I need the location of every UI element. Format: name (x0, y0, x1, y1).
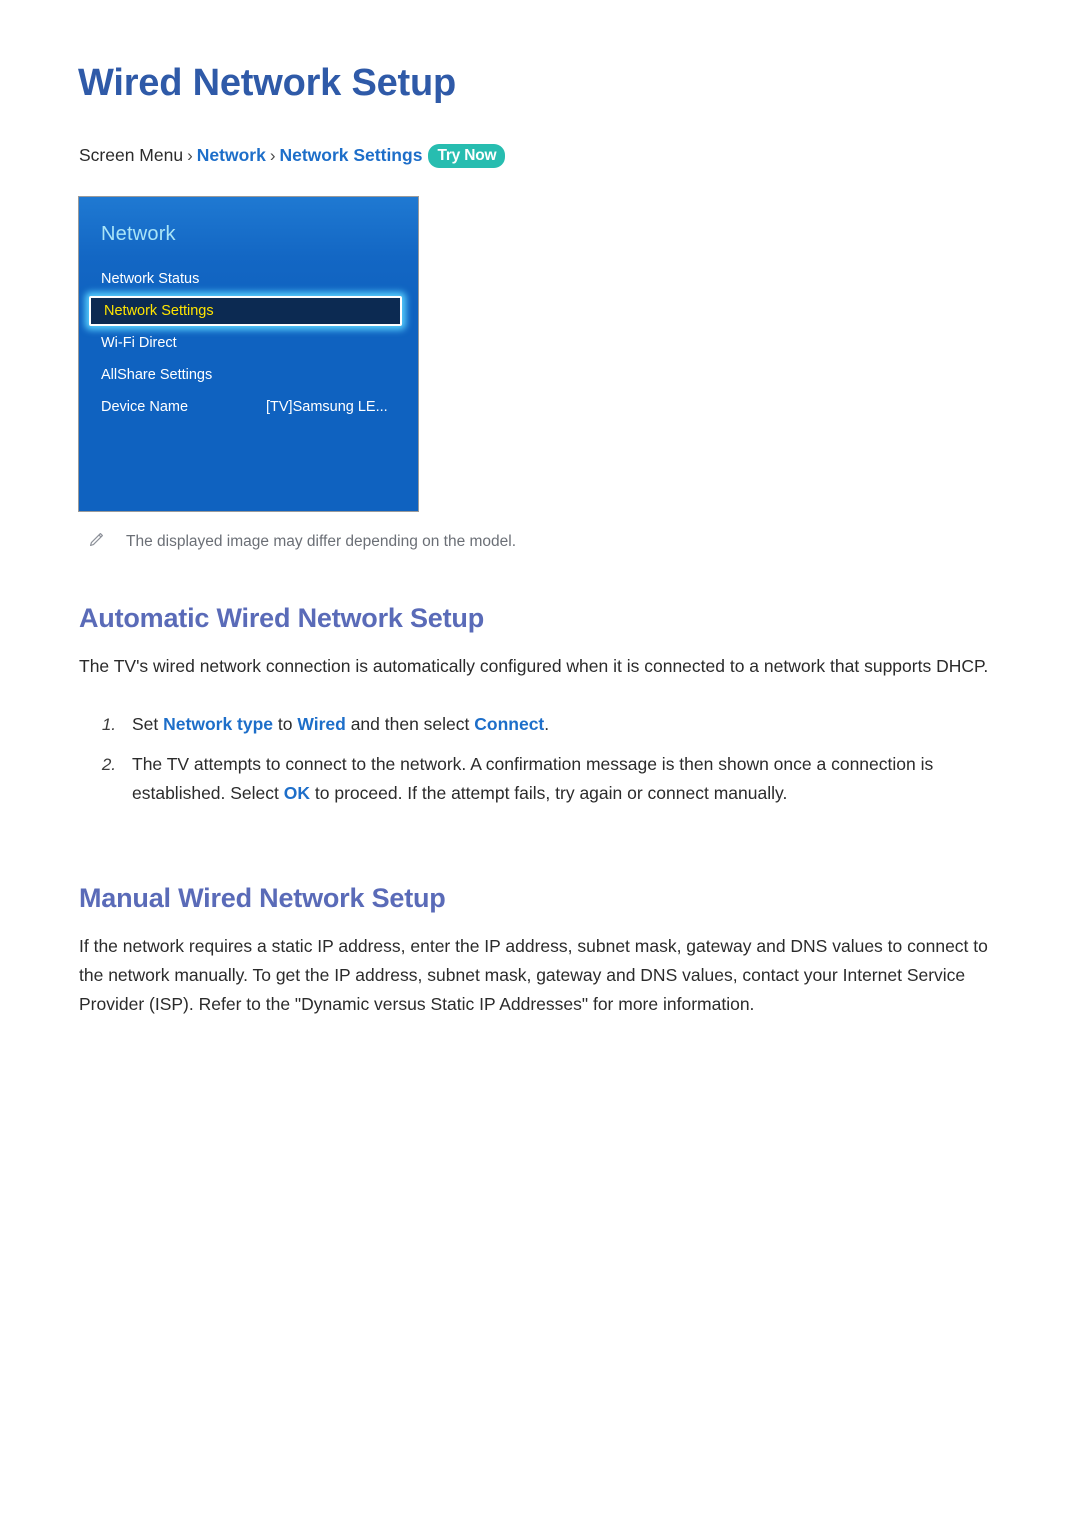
breadcrumb-level-2[interactable]: Network Settings (279, 145, 422, 165)
tv-menu-item-value: [TV]Samsung LE... (266, 399, 388, 415)
tv-menu-item-wifi-direct[interactable]: Wi-Fi Direct (79, 327, 418, 359)
step-text-seg-2: to (273, 714, 298, 734)
tv-menu-item-label: Device Name (101, 399, 189, 415)
page-title: Wired Network Setup (78, 62, 457, 104)
tv-menu-item-network-status[interactable]: Network Status (79, 263, 418, 295)
tv-menu-item-label: Network Settings (104, 303, 214, 319)
tv-menu-item-label: AllShare Settings (101, 367, 213, 383)
section-heading-automatic: Automatic Wired Network Setup (79, 603, 485, 633)
tv-menu-item-allshare-settings[interactable]: AllShare Settings (79, 359, 418, 391)
step-keyword-wired: Wired (297, 714, 346, 734)
breadcrumb-separator-1: › (187, 146, 193, 165)
section-paragraph-manual: If the network requires a static IP addr… (79, 936, 988, 1014)
ordered-steps-list: 1. Set Network type to Wired and then sel… (86, 710, 1006, 819)
step-keyword-network-type: Network type (163, 714, 274, 734)
breadcrumb: Screen Menu › Network › Network Settings Try … (79, 143, 506, 168)
step-text-seg-2: to proceed. If the attempt fails, try ag… (310, 783, 788, 803)
breadcrumb-separator-2: › (269, 146, 276, 165)
tv-menu-item-device-name[interactable]: Device Name [TV]Samsung LE... (79, 391, 418, 423)
tv-menu-item-network-settings[interactable]: Network Settings (79, 295, 418, 327)
tv-menu-list: Network Status Network Settings Wi-Fi Di… (79, 263, 418, 423)
pencil-icon (88, 532, 104, 548)
tv-menu-title: Network (101, 223, 176, 245)
tv-menu-item-label: Wi-Fi Direct (101, 335, 177, 351)
step-text-seg-1: Set (132, 714, 164, 734)
step-text-seg-3: and then select (345, 714, 475, 734)
note-line: The displayed image may differ depending… (88, 531, 516, 553)
step-keyword-ok: OK (283, 783, 311, 803)
breadcrumb-level-1[interactable]: Network (197, 145, 266, 165)
step-item-1: 1. Set Network type to Wired and then sel… (86, 710, 1006, 739)
tv-menu-item-label: Network Status (101, 271, 200, 287)
step-number: 1. (101, 715, 116, 734)
step-number: 2. (101, 755, 116, 774)
try-now-badge[interactable]: Try Now (428, 144, 506, 168)
step-item-2: 2. The TV attempts to connect to the netw… (86, 750, 1006, 808)
note-text: The displayed image may differ depending… (126, 533, 517, 550)
tv-menu-panel: Network Network Status Network Settings … (78, 196, 419, 512)
step-text-seg-4: . (544, 714, 550, 734)
breadcrumb-root: Screen Menu (79, 145, 184, 165)
step-keyword-connect: Connect (474, 714, 545, 734)
section-heading-manual: Manual Wired Network Setup (79, 883, 446, 913)
section-paragraph-automatic: The TV's wired network connection is aut… (79, 656, 989, 676)
document-page: Wired Network Setup Screen Menu › Network ›… (0, 0, 1080, 1527)
